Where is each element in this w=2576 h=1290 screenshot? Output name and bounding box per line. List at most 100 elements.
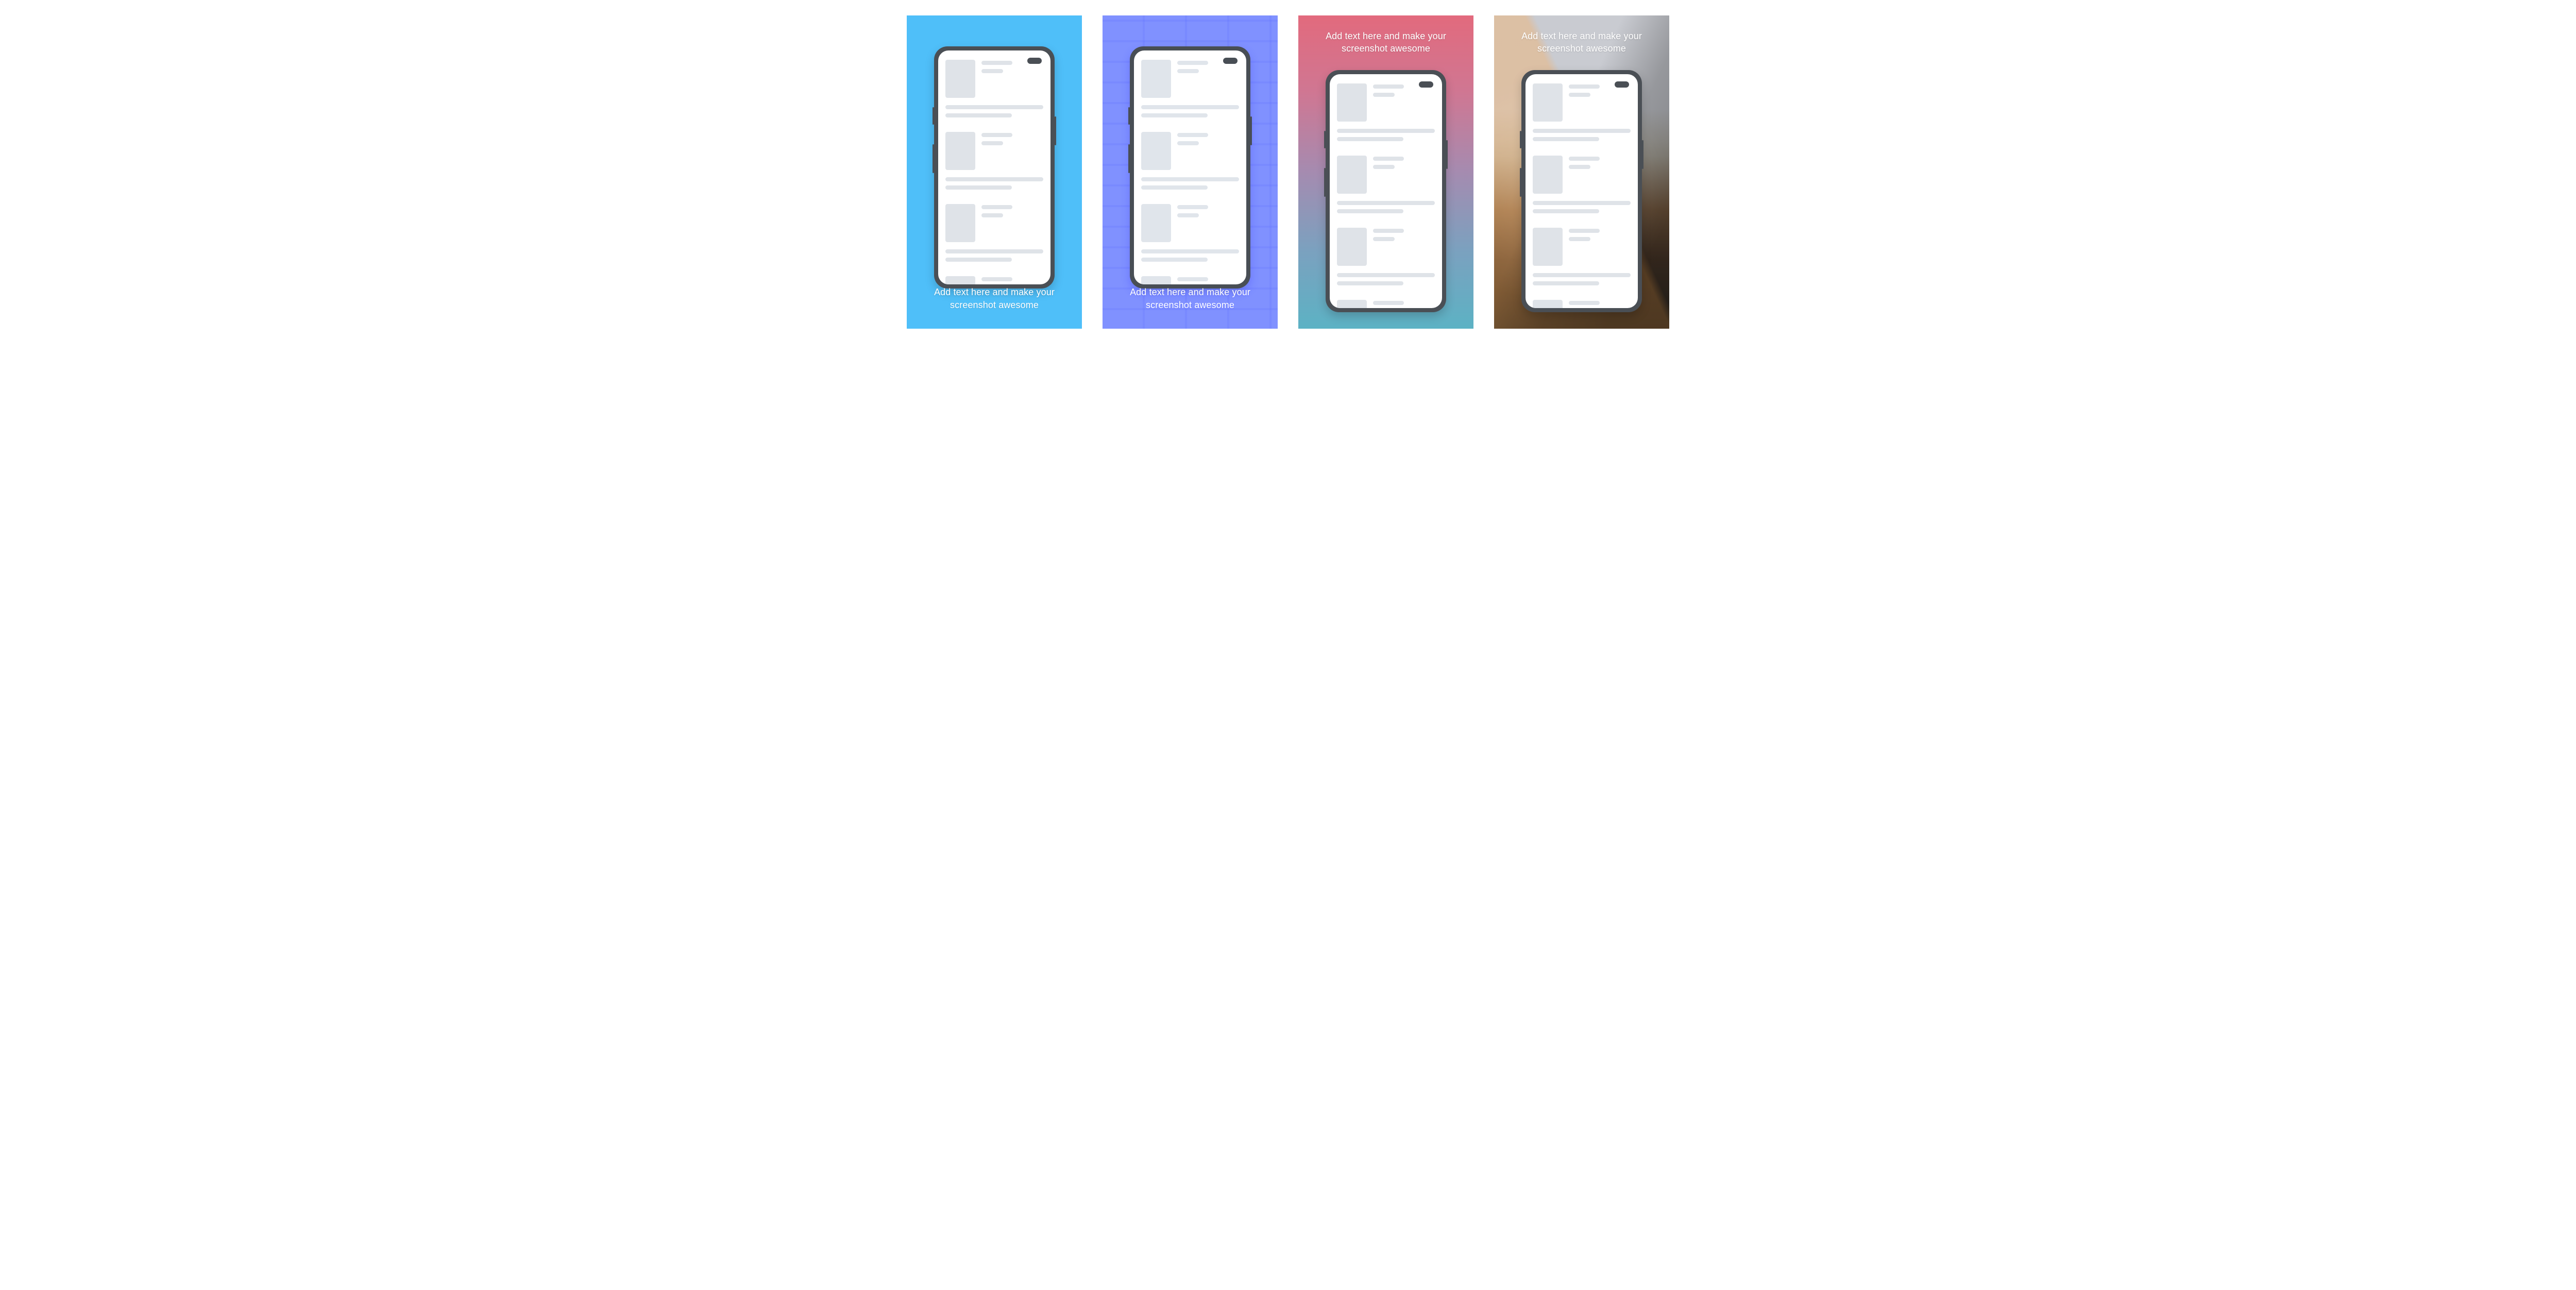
- placeholder-line: [981, 141, 1003, 145]
- phone-side-button: [1520, 168, 1521, 197]
- phone-screen: [1134, 50, 1246, 284]
- placeholder-line: [1337, 273, 1435, 277]
- camera-cutout-icon: [1223, 58, 1238, 64]
- camera-cutout-icon: [1027, 58, 1042, 64]
- placeholder-card: [1330, 148, 1442, 220]
- placeholder-line: [1337, 281, 1403, 285]
- placeholder-thumb: [1141, 204, 1171, 242]
- placeholder-line: [1141, 105, 1239, 109]
- placeholder-line: [1373, 93, 1395, 97]
- placeholder-thumb: [1141, 276, 1171, 284]
- phone-side-button: [1642, 140, 1643, 169]
- placeholder-line: [1533, 281, 1599, 285]
- placeholder-line: [1569, 84, 1600, 89]
- placeholder-card: [1330, 220, 1442, 293]
- placeholder-line: [1177, 61, 1208, 65]
- panel-caption[interactable]: Add text here and make your screenshot a…: [1103, 286, 1278, 311]
- placeholder-line: [1177, 277, 1208, 281]
- placeholder-card: [1526, 148, 1638, 220]
- panel-stage: Add text here and make your screenshot a…: [0, 0, 2576, 344]
- placeholder-line: [945, 185, 1012, 190]
- placeholder-line: [1569, 165, 1590, 169]
- placeholder-line: [1373, 237, 1395, 241]
- phone-frame: [934, 46, 1055, 288]
- placeholder-line: [981, 213, 1003, 217]
- placeholder-line: [981, 133, 1012, 137]
- placeholder-thumb: [945, 132, 975, 170]
- placeholder-thumb: [1337, 228, 1367, 266]
- panel-caption[interactable]: Add text here and make your screenshot a…: [907, 286, 1082, 311]
- phone-side-button: [1520, 131, 1521, 148]
- placeholder-line: [1141, 249, 1239, 253]
- placeholder-line: [1337, 201, 1435, 205]
- camera-cutout-icon: [1419, 81, 1433, 88]
- phone-side-button: [933, 144, 934, 173]
- placeholder-line: [1569, 229, 1600, 233]
- placeholder-line: [1141, 185, 1208, 190]
- screenshot-panel-3: Add text here and make your screenshot a…: [1298, 15, 1473, 329]
- placeholder-line: [981, 205, 1012, 209]
- phone-side-button: [1324, 131, 1326, 148]
- placeholder-thumb: [1337, 156, 1367, 194]
- placeholder-card: [1330, 293, 1442, 308]
- phone-side-button: [1128, 107, 1130, 125]
- placeholder-thumb: [945, 204, 975, 242]
- placeholder-card: [938, 269, 1050, 284]
- panel-caption[interactable]: Add text here and make your screenshot a…: [1494, 30, 1669, 55]
- phone-screen: [938, 50, 1050, 284]
- placeholder-line: [1373, 165, 1395, 169]
- phone-side-button: [1324, 168, 1326, 197]
- placeholder-card: [1134, 125, 1246, 197]
- phone-mockup: [1130, 46, 1250, 288]
- phone-side-button: [1128, 144, 1130, 173]
- phone-frame: [1130, 46, 1250, 288]
- placeholder-thumb: [1533, 83, 1563, 122]
- placeholder-line: [1337, 137, 1403, 141]
- placeholder-line: [1337, 129, 1435, 133]
- panel-caption[interactable]: Add text here and make your screenshot a…: [1298, 30, 1473, 55]
- placeholder-line: [1373, 301, 1404, 305]
- placeholder-card: [938, 125, 1050, 197]
- phone-frame: [1521, 70, 1642, 312]
- placeholder-line: [981, 61, 1012, 65]
- placeholder-line: [945, 177, 1043, 181]
- phone-screen: [1330, 74, 1442, 308]
- placeholder-line: [1569, 301, 1600, 305]
- placeholder-line: [945, 258, 1012, 262]
- placeholder-line: [1533, 201, 1631, 205]
- placeholder-line: [981, 69, 1003, 73]
- placeholder-line: [1533, 137, 1599, 141]
- placeholder-line: [1141, 113, 1208, 117]
- placeholder-line: [1373, 229, 1404, 233]
- placeholder-line: [1177, 69, 1199, 73]
- placeholder-thumb: [1533, 300, 1563, 308]
- phone-mockup: [934, 46, 1055, 288]
- placeholder-line: [1177, 133, 1208, 137]
- placeholder-card: [1134, 197, 1246, 269]
- phone-side-button: [933, 107, 934, 125]
- placeholder-line: [981, 277, 1012, 281]
- placeholder-card: [1134, 269, 1246, 284]
- placeholder-line: [945, 105, 1043, 109]
- placeholder-card: [1526, 220, 1638, 293]
- placeholder-thumb: [945, 276, 975, 284]
- placeholder-thumb: [1337, 300, 1367, 308]
- screenshot-panel-1: Add text here and make your screenshot a…: [907, 15, 1082, 329]
- placeholder-card: [1526, 293, 1638, 308]
- placeholder-thumb: [1533, 156, 1563, 194]
- camera-cutout-icon: [1615, 81, 1629, 88]
- placeholder-line: [1177, 205, 1208, 209]
- placeholder-thumb: [1141, 60, 1171, 98]
- screenshot-panel-2: Add text here and make your screenshot a…: [1103, 15, 1278, 329]
- placeholder-line: [1533, 209, 1599, 213]
- placeholder-line: [1177, 141, 1199, 145]
- placeholder-thumb: [945, 60, 975, 98]
- placeholder-line: [1177, 213, 1199, 217]
- placeholder-thumb: [1141, 132, 1171, 170]
- placeholder-line: [1141, 177, 1239, 181]
- placeholder-line: [1337, 209, 1403, 213]
- screenshot-panel-4: Add text here and make your screenshot a…: [1494, 15, 1669, 329]
- placeholder-line: [1141, 258, 1208, 262]
- placeholder-line: [1373, 157, 1404, 161]
- phone-mockup: [1521, 70, 1642, 312]
